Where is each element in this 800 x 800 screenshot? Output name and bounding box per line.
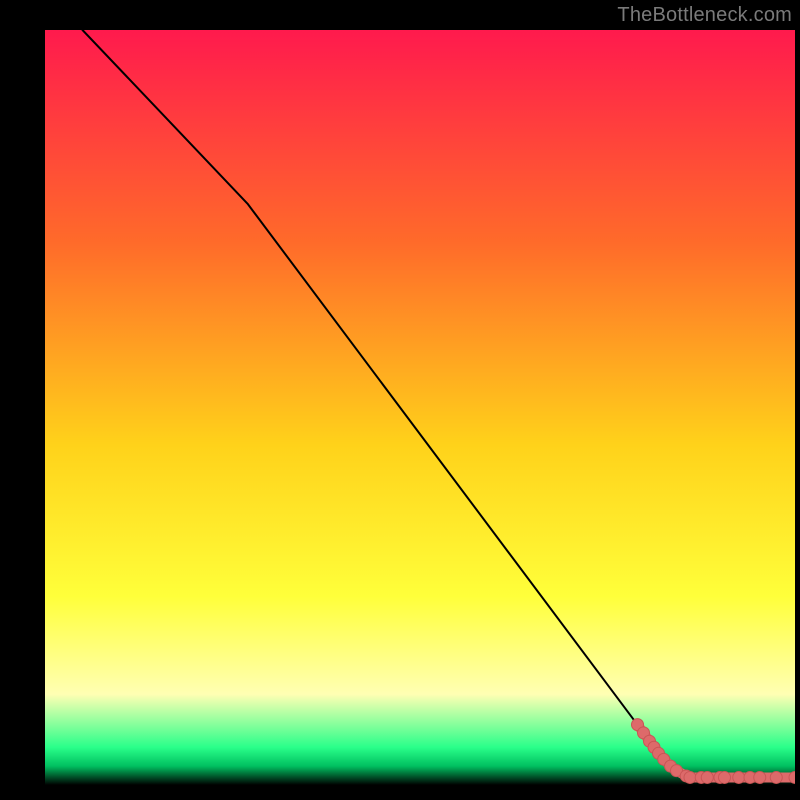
marker-dot xyxy=(733,771,745,783)
marker-dot xyxy=(701,771,713,783)
chart-frame: TheBottleneck.com xyxy=(0,0,800,800)
marker-dot xyxy=(754,771,766,783)
marker-dot xyxy=(684,771,696,783)
marker-dot xyxy=(770,771,782,783)
plot-area xyxy=(45,30,795,785)
watermark-text: TheBottleneck.com xyxy=(617,4,792,27)
marker-dot xyxy=(719,771,731,783)
chart-svg xyxy=(45,30,795,785)
gradient-background xyxy=(45,30,795,785)
